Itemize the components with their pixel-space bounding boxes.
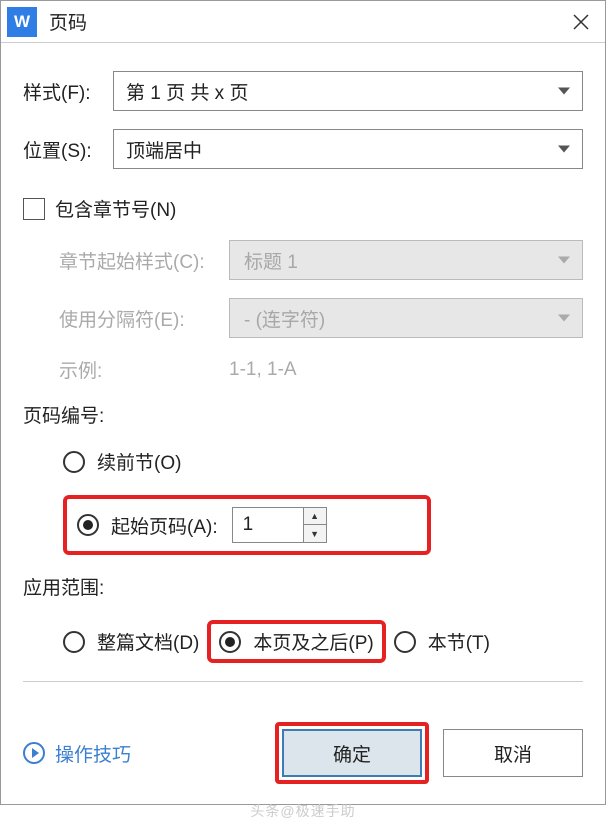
spinner-up-button[interactable]: ▲ (304, 508, 326, 525)
page-number-dialog: W 页码 样式(F): 第 1 页 共 x 页 位置(S): 顶端居中 包含章节… (0, 0, 606, 805)
scope-whole-label: 整篇文档(D) (97, 628, 199, 655)
start-at-radio[interactable] (77, 514, 99, 536)
position-select[interactable]: 顶端居中 (113, 129, 583, 169)
scope-label: 应用范围: (23, 573, 583, 600)
close-icon (573, 14, 589, 30)
scope-whole-radio[interactable] (63, 631, 85, 653)
start-at-label: 起始页码(A): (111, 512, 218, 539)
tips-label: 操作技巧 (55, 740, 131, 767)
scope-after-highlight: 本页及之后(P) (207, 620, 385, 663)
chapter-style-label: 章节起始样式(C): (59, 247, 229, 274)
chapter-style-value: 标题 1 (244, 247, 298, 274)
position-value: 顶端居中 (126, 136, 202, 163)
separator-label: 使用分隔符(E): (59, 305, 229, 332)
start-at-highlight: 起始页码(A): ▲ ▼ (63, 495, 431, 555)
divider (23, 681, 583, 682)
include-chapter-label: 包含章节号(N) (55, 195, 176, 222)
continue-prev-label: 续前节(O) (97, 448, 181, 475)
start-at-input[interactable] (233, 508, 303, 542)
scope-after-radio[interactable] (219, 631, 241, 653)
scope-after-label: 本页及之后(P) (253, 628, 373, 655)
chapter-style-select: 标题 1 (229, 240, 583, 280)
separator-select: - (连字符) (229, 298, 583, 338)
close-button[interactable] (557, 1, 605, 43)
continue-prev-radio[interactable] (63, 451, 85, 473)
dialog-title: 页码 (49, 8, 557, 35)
include-chapter-checkbox[interactable] (23, 198, 45, 220)
chevron-down-icon (558, 88, 570, 95)
spinner-down-button[interactable]: ▼ (304, 525, 326, 542)
watermark: 头条@极速手助 (0, 801, 606, 821)
dialog-content: 样式(F): 第 1 页 共 x 页 位置(S): 顶端居中 包含章节号(N) … (1, 43, 605, 722)
scope-section-radio[interactable] (394, 631, 416, 653)
example-label: 示例: (59, 356, 229, 383)
page-numbering-label: 页码编号: (23, 401, 583, 428)
scope-section-label: 本节(T) (428, 628, 490, 655)
ok-button[interactable]: 确定 (282, 729, 422, 777)
titlebar: W 页码 (1, 1, 605, 43)
cancel-button[interactable]: 取消 (443, 729, 583, 777)
format-value: 第 1 页 共 x 页 (126, 78, 248, 105)
chevron-down-icon (558, 257, 570, 264)
position-label: 位置(S): (23, 136, 113, 163)
start-at-spinner: ▲ ▼ (232, 507, 327, 543)
chevron-down-icon (558, 315, 570, 322)
chevron-down-icon (558, 146, 570, 153)
play-icon (23, 742, 45, 764)
dialog-footer: 操作技巧 确定 取消 (1, 722, 605, 804)
format-select[interactable]: 第 1 页 共 x 页 (113, 71, 583, 111)
app-icon: W (7, 7, 37, 37)
example-value: 1-1, 1-A (229, 359, 297, 381)
format-label: 样式(F): (23, 78, 113, 105)
tips-link[interactable]: 操作技巧 (23, 740, 261, 767)
separator-value: - (连字符) (244, 305, 325, 332)
ok-button-highlight: 确定 (275, 722, 429, 784)
